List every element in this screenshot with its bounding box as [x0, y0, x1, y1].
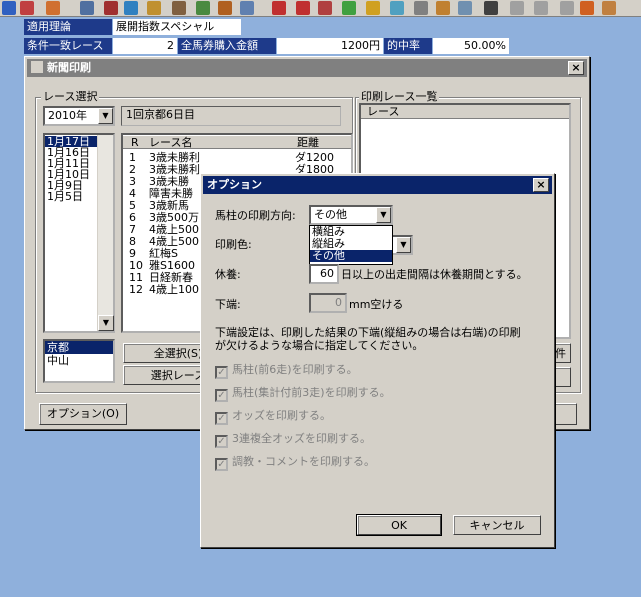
race-col-r: R [131, 136, 139, 149]
race-col-name: レース名 [149, 136, 193, 149]
year-select-value: 2010年 [48, 109, 87, 122]
direction-dropdown-list[interactable]: 横組み 縦組み その他 [309, 225, 393, 265]
direction-select[interactable]: その他 ▼ [309, 205, 393, 225]
note-line-1: 下端設定は、印刷した結果の下端(縦組みの場合は右端)の印刷 [215, 326, 521, 339]
match-label: 条件一致レース [24, 38, 112, 54]
options-close-button[interactable]: × [533, 178, 549, 192]
checkmark-icon: ✓ [215, 435, 228, 448]
direction-option[interactable]: その他 [310, 250, 392, 262]
direction-select-value: その他 [314, 208, 347, 221]
toolbar-icon-2[interactable] [20, 1, 34, 15]
toolbar-icon-20[interactable] [458, 1, 472, 15]
bottom-label: 下端: [215, 298, 241, 311]
scroll-down-icon[interactable]: ▼ [98, 315, 114, 331]
ok-button[interactable]: OK [356, 514, 442, 536]
option-checkbox[interactable]: ✓ オッズを印刷する。 [215, 408, 331, 425]
color-label: 印刷色: [215, 238, 252, 251]
cancel-button[interactable]: キャンセル [453, 515, 541, 535]
print-window-titlebar: 新聞印刷 × [27, 59, 587, 77]
bottom-margin-input[interactable]: 0 [309, 293, 347, 313]
print-window-close-button[interactable]: × [568, 61, 584, 75]
toolbar-icon-12[interactable] [272, 1, 286, 15]
toolbar-icon-14[interactable] [318, 1, 332, 15]
race-name: 4歳上100 [149, 283, 199, 296]
print-list-group-label: 印刷レース一覧 [359, 90, 440, 103]
match-count: 2 [113, 38, 177, 54]
main-toolbar [0, 0, 641, 17]
toolbar-icon-5[interactable] [104, 1, 118, 15]
toolbar-icon-25[interactable] [580, 1, 594, 15]
venue-list[interactable]: 京都 中山 [43, 339, 115, 383]
toolbar-icon-15[interactable] [342, 1, 356, 15]
direction-label: 馬柱の印刷方向: [215, 209, 296, 222]
option-checkbox[interactable]: ✓ 馬柱(前6走)を印刷する。 [215, 362, 358, 379]
direction-options: 横組み 縦組み その他 [310, 226, 392, 262]
theory-label: 適用理論 [24, 19, 112, 35]
toolbar-icon-4[interactable] [80, 1, 94, 15]
option-checkbox-label: 調教・コメントを印刷する。 [232, 455, 375, 468]
option-checkbox[interactable]: ✓ 3連複全オッズを印刷する。 [215, 431, 371, 448]
checkmark-icon: ✓ [215, 458, 228, 471]
checkmark-icon: ✓ [215, 366, 228, 379]
chevron-down-icon[interactable]: ▼ [396, 237, 411, 253]
option-checkbox-label: オッズを印刷する。 [232, 409, 331, 422]
hit-label: 的中率 [384, 38, 432, 54]
toolbar-icon-24[interactable] [560, 1, 574, 15]
option-checkbox-label: 馬柱(集計付前3走)を印刷する。 [232, 386, 391, 399]
checkmark-icon: ✓ [215, 412, 228, 425]
print-window-icon [31, 61, 43, 73]
options-dialog-title: オプション [207, 178, 262, 191]
venue-list-item[interactable]: 京都 [45, 341, 113, 354]
rest-label: 休養: [215, 268, 241, 281]
print-list-header: レース [361, 105, 569, 119]
option-checkbox-label: 馬柱(前6走)を印刷する。 [232, 363, 358, 376]
options-dialog: オプション × 馬柱の印刷方向: その他 ▼ 印刷色: ▼ 横組み 縦組み その他 … [200, 173, 555, 548]
race-col-dist: 距離 [297, 136, 319, 149]
note-line-2: が欠けるような場合に指定してください。 [215, 339, 424, 352]
date-list[interactable]: 1月17日 1月16日 1月11日 1月10日 1月9日 1月5日 ▼ [43, 133, 115, 333]
toolbar-icon-6[interactable] [124, 1, 138, 15]
toolbar-icon-18[interactable] [414, 1, 428, 15]
checkmark-icon: ✓ [215, 389, 228, 402]
year-select[interactable]: 2010年 ▼ [43, 106, 115, 126]
toolbar-icon-19[interactable] [436, 1, 450, 15]
race-select-group-label: レース選択 [41, 90, 100, 103]
hit-value: 50.00% [433, 38, 509, 54]
rest-days-input[interactable]: 60 [309, 264, 339, 284]
total-value: 1200円 [277, 38, 383, 54]
toolbar-icon-10[interactable] [218, 1, 232, 15]
meeting-display: 1回京都6日目 [121, 106, 341, 126]
toolbar-icon-11[interactable] [240, 1, 254, 15]
chevron-down-icon[interactable]: ▼ [376, 207, 391, 223]
toolbar-icon-17[interactable] [390, 1, 404, 15]
total-label: 全馬券購入金額 [178, 38, 276, 54]
venue-list-item[interactable]: 中山 [45, 354, 113, 367]
option-checkbox[interactable]: ✓ 調教・コメントを印刷する。 [215, 454, 375, 471]
toolbar-icon-23[interactable] [534, 1, 548, 15]
option-checkbox-label: 3連複全オッズを印刷する。 [232, 432, 371, 445]
toolbar-icon-9[interactable] [196, 1, 210, 15]
toolbar-icon-26[interactable] [602, 1, 616, 15]
toolbar-icon-13[interactable] [296, 1, 310, 15]
rest-suffix: 日以上の出走間隔は休養期間とする。 [341, 268, 528, 281]
theory-value: 展開指数スペシャル [113, 19, 241, 35]
options-button[interactable]: オプション(O) [39, 403, 127, 425]
toolbar-icon-7[interactable] [147, 1, 161, 15]
race-list-header: R レース名 距離 [123, 136, 351, 149]
toolbar-icon-22[interactable] [510, 1, 524, 15]
toolbar-icon-16[interactable] [366, 1, 380, 15]
toolbar-icon-21[interactable] [484, 1, 498, 15]
toolbar-icon-1[interactable] [2, 1, 16, 15]
race-number: 12 [129, 283, 143, 296]
options-dialog-titlebar: オプション × [203, 176, 552, 194]
toolbar-icon-3[interactable] [46, 1, 60, 15]
date-list-scrollbar[interactable]: ▼ [97, 135, 114, 331]
toolbar-icon-8[interactable] [172, 1, 186, 15]
venue-list-items: 京都 中山 [45, 341, 113, 367]
chevron-down-icon[interactable]: ▼ [98, 108, 113, 124]
bottom-suffix: mm空ける [349, 298, 404, 311]
print-window-title: 新聞印刷 [47, 61, 91, 74]
option-checkbox[interactable]: ✓ 馬柱(集計付前3走)を印刷する。 [215, 385, 391, 402]
